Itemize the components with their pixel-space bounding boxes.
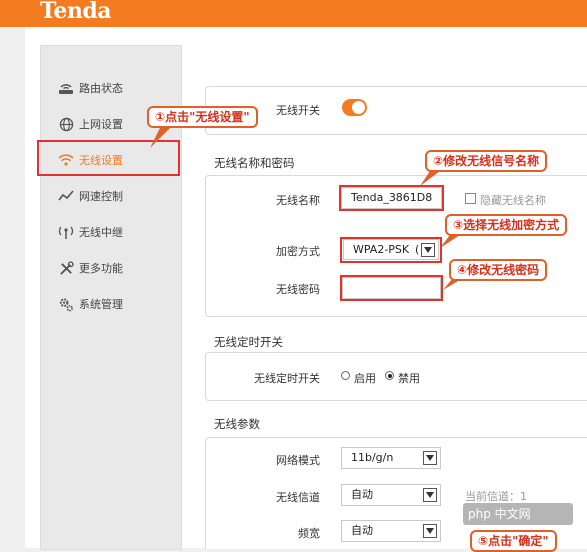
annotation-step5: ⑤点击"确定" xyxy=(470,530,557,552)
annotation-step3: ③选择无线加密方式 xyxy=(445,214,568,236)
pointer-step1 xyxy=(150,128,170,148)
pointer-step3 xyxy=(440,235,460,248)
annotation-step4: ④修改无线密码 xyxy=(449,259,548,281)
annotation-step2: ②修改无线信号名称 xyxy=(425,150,548,172)
pointer-step2 xyxy=(420,171,440,186)
annotation-step1: ①点击"无线设置" xyxy=(147,106,258,128)
watermark: php 中文网 xyxy=(468,507,531,521)
